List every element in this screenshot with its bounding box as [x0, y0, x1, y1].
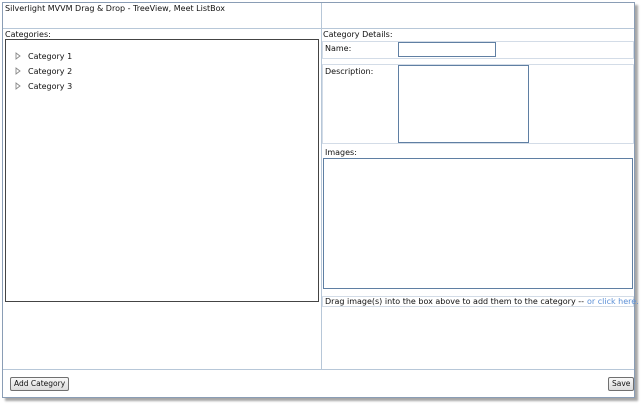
tree-item-label: Category 2: [28, 66, 73, 76]
tree-item-label: Category 1: [28, 51, 73, 61]
add-category-button[interactable]: Add Category: [10, 377, 70, 391]
tree-item-label: Category 3: [28, 81, 73, 91]
category-details-label: Category Details:: [323, 30, 393, 39]
tree-item-category-3[interactable]: Category 3: [14, 80, 72, 92]
expand-arrow-icon[interactable]: [14, 67, 26, 75]
save-button[interactable]: Save: [608, 377, 635, 391]
window-title: Silverlight MVVM Drag & Drop - TreeView,…: [5, 4, 226, 13]
app-window: Silverlight MVVM Drag & Drop - TreeView,…: [2, 2, 639, 398]
expand-arrow-icon[interactable]: [14, 82, 26, 90]
tree-item-category-2[interactable]: Category 2: [14, 65, 72, 77]
tree-item-category-1[interactable]: Category 1: [14, 50, 72, 62]
name-label: Name:: [325, 44, 352, 53]
images-listbox[interactable]: [323, 158, 633, 289]
click-here-link[interactable]: or click here.: [587, 297, 639, 306]
name-input[interactable]: [398, 42, 496, 57]
drag-hint-row: Drag image(s) into the box above to add …: [322, 296, 639, 307]
description-textarea[interactable]: [398, 65, 529, 143]
footer-divider: [3, 369, 634, 370]
header-divider: [3, 28, 634, 29]
description-label: Description:: [325, 67, 374, 76]
categories-treeview[interactable]: Category 1 Category 2 Category 3: [5, 39, 319, 302]
expand-arrow-icon[interactable]: [14, 52, 26, 60]
categories-label: Categories:: [5, 30, 51, 39]
drag-hint-text: Drag image(s) into the box above to add …: [325, 297, 585, 306]
images-label: Images:: [325, 148, 357, 157]
